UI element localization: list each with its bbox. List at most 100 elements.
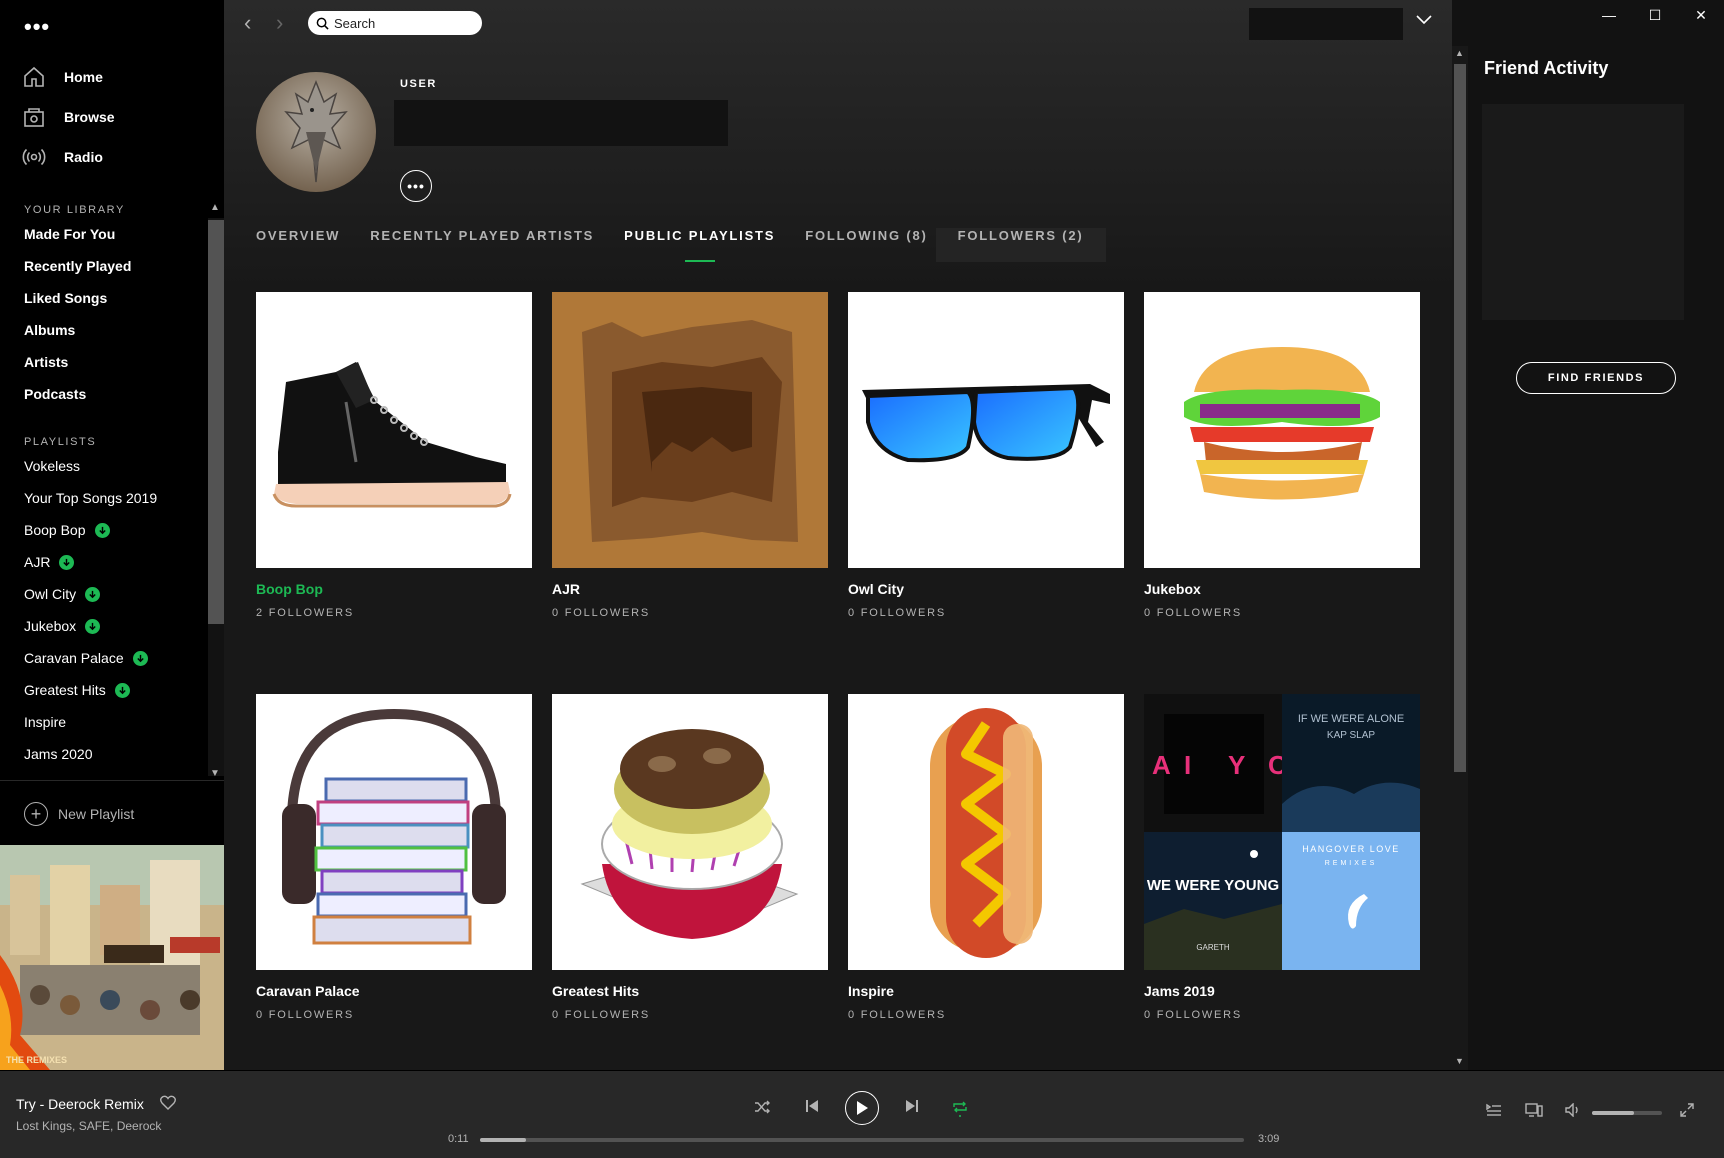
track-artists[interactable]: Lost Kings, SAFE, Deerock [16, 1119, 161, 1133]
shuffle-icon[interactable] [754, 1099, 770, 1120]
playlist-title[interactable]: Inspire [848, 983, 1124, 999]
nav-home[interactable]: Home [22, 62, 103, 92]
sidebar-playlist-item[interactable]: Greatest Hits [24, 682, 130, 698]
new-playlist-button[interactable]: + New Playlist [24, 802, 134, 826]
sidebar-playlist-item[interactable]: Your Top Songs 2019 [24, 490, 157, 506]
playlist-card[interactable]: Boop Bop 2 FOLLOWERS [256, 292, 532, 619]
library-item[interactable]: Recently Played [24, 258, 131, 274]
main-scrollbar[interactable]: ▲ ▼ [1452, 46, 1468, 1070]
playlist-card[interactable]: Greatest Hits 0 FOLLOWERS [552, 694, 828, 1021]
library-item[interactable]: Liked Songs [24, 290, 107, 306]
playlist-cover[interactable] [848, 694, 1124, 970]
sidebar: ••• Home Browse Radio YOUR LIBRARY ▲ Mad… [0, 0, 224, 1070]
chevron-up-icon[interactable]: ▲ [210, 202, 220, 213]
playlist-title[interactable]: Greatest Hits [552, 983, 828, 999]
volume-slider[interactable] [1592, 1111, 1662, 1115]
playlist-cover[interactable] [256, 694, 532, 970]
playlist-card[interactable]: Inspire 0 FOLLOWERS [848, 694, 1124, 1021]
divider [0, 780, 224, 781]
heart-icon[interactable] [160, 1095, 176, 1114]
main-content: ‹ › USER ••• OVERVIEW RECENTLY PLAYED AR… [224, 0, 1452, 1070]
nav-browse[interactable]: Browse [22, 102, 115, 132]
forward-arrow-icon[interactable]: › [276, 10, 283, 36]
library-item[interactable]: Albums [24, 322, 75, 338]
volume-icon[interactable] [1565, 1102, 1581, 1122]
next-icon[interactable] [905, 1099, 919, 1118]
sidebar-playlist-item[interactable]: Vokeless [24, 458, 80, 474]
sidebar-playlist-item[interactable]: AJR [24, 554, 75, 570]
sidebar-playlist-label: Jukebox [24, 618, 77, 634]
profile-avatar[interactable] [256, 72, 376, 192]
app-menu-icon[interactable]: ••• [24, 14, 50, 40]
playlist-cover[interactable]: A I Y C IF WE WERE ALONE KAP SLAP WE WER… [1144, 694, 1420, 970]
playlist-cover[interactable] [256, 292, 532, 568]
track-title[interactable]: Try - Deerock Remix [16, 1096, 144, 1112]
search-bar[interactable] [308, 11, 482, 35]
more-options-button[interactable]: ••• [400, 170, 432, 202]
fullscreen-icon[interactable] [1680, 1103, 1694, 1122]
mosaic-tile-3-sub: GARETH [1196, 943, 1230, 952]
playlist-title[interactable]: Owl City [848, 581, 1124, 597]
sidebar-playlist-label: Jams 2020 [24, 746, 93, 762]
playlist-cover[interactable] [848, 292, 1124, 568]
tab-following[interactable]: FOLLOWING (8) [805, 228, 927, 262]
progress-bar[interactable] [480, 1138, 1244, 1142]
scroll-up-icon[interactable]: ▲ [1455, 48, 1464, 58]
chevron-down-icon[interactable] [1416, 12, 1432, 30]
tab-overview[interactable]: OVERVIEW [256, 228, 340, 262]
downloaded-icon [132, 650, 148, 666]
playlist-cover[interactable] [552, 292, 828, 568]
devices-icon[interactable] [1525, 1103, 1543, 1122]
sidebar-playlist-label: Your Top Songs 2019 [24, 490, 158, 506]
scroll-down-icon[interactable]: ▼ [1455, 1056, 1464, 1066]
sidebar-playlist-label: Greatest Hits [24, 682, 106, 698]
sidebar-playlist-item[interactable]: Inspire [24, 714, 66, 730]
playlist-title[interactable]: Caravan Palace [256, 983, 532, 999]
playlist-followers: 0 FOLLOWERS [552, 607, 651, 619]
tab-public-playlists[interactable]: PUBLIC PLAYLISTS [624, 228, 775, 262]
playlist-title[interactable]: Boop Bop [256, 581, 532, 597]
playlist-card[interactable]: AJR 0 FOLLOWERS [552, 292, 828, 619]
library-item[interactable]: Podcasts [24, 386, 86, 402]
back-arrow-icon[interactable]: ‹ [244, 10, 251, 36]
repeat-icon[interactable] [952, 1099, 968, 1122]
playlist-title[interactable]: AJR [552, 581, 828, 597]
sidebar-playlist-item[interactable]: Boop Bop [24, 522, 110, 538]
now-playing-album-art[interactable]: THE REMIXES [0, 845, 224, 1070]
playlist-card[interactable]: Jukebox 0 FOLLOWERS [1144, 292, 1420, 619]
close-icon[interactable]: ✕ [1678, 0, 1724, 30]
profile-type-label: USER [400, 78, 437, 90]
user-menu[interactable] [1249, 8, 1403, 40]
sidebar-playlist-item[interactable]: Caravan Palace [24, 650, 148, 666]
tab-followers[interactable]: FOLLOWERS (2) [935, 228, 1106, 262]
tab-recently-played-artists[interactable]: RECENTLY PLAYED ARTISTS [370, 228, 594, 262]
search-icon [316, 17, 329, 30]
maximize-icon[interactable]: ☐ [1632, 0, 1678, 30]
sidebar-playlist-item[interactable]: Owl City [24, 586, 101, 602]
sidebar-playlist-item[interactable]: Jams 2020 [24, 746, 92, 762]
queue-icon[interactable] [1486, 1103, 1502, 1122]
find-friends-button[interactable]: FIND FRIENDS [1516, 362, 1676, 394]
playlist-cover[interactable] [552, 694, 828, 970]
sidebar-playlist-item[interactable]: Jukebox [24, 618, 101, 634]
playlist-title[interactable]: Jams 2019 [1144, 983, 1420, 999]
downloaded-icon [114, 682, 130, 698]
nav-label: Home [64, 69, 103, 85]
chevron-down-icon[interactable]: ▼ [210, 768, 220, 779]
nav-radio[interactable]: Radio [22, 142, 103, 172]
library-item[interactable]: Made For You [24, 226, 115, 242]
playlist-card[interactable]: Owl City 0 FOLLOWERS [848, 292, 1124, 619]
playlist-card[interactable]: Caravan Palace 0 FOLLOWERS [256, 694, 532, 1021]
downloaded-icon [85, 618, 101, 634]
sidebar-scrollbar[interactable] [208, 218, 224, 776]
playlist-title[interactable]: Jukebox [1144, 581, 1420, 597]
downloaded-icon [94, 522, 110, 538]
search-input[interactable] [334, 15, 474, 31]
playlist-cover[interactable] [1144, 292, 1420, 568]
play-button[interactable] [845, 1091, 879, 1125]
playlist-card[interactable]: A I Y C IF WE WERE ALONE KAP SLAP WE WER… [1144, 694, 1420, 1021]
minimize-icon[interactable]: — [1586, 0, 1632, 30]
previous-icon[interactable] [805, 1099, 819, 1118]
sidebar-playlist-label: Inspire [24, 714, 67, 730]
library-item[interactable]: Artists [24, 354, 68, 370]
